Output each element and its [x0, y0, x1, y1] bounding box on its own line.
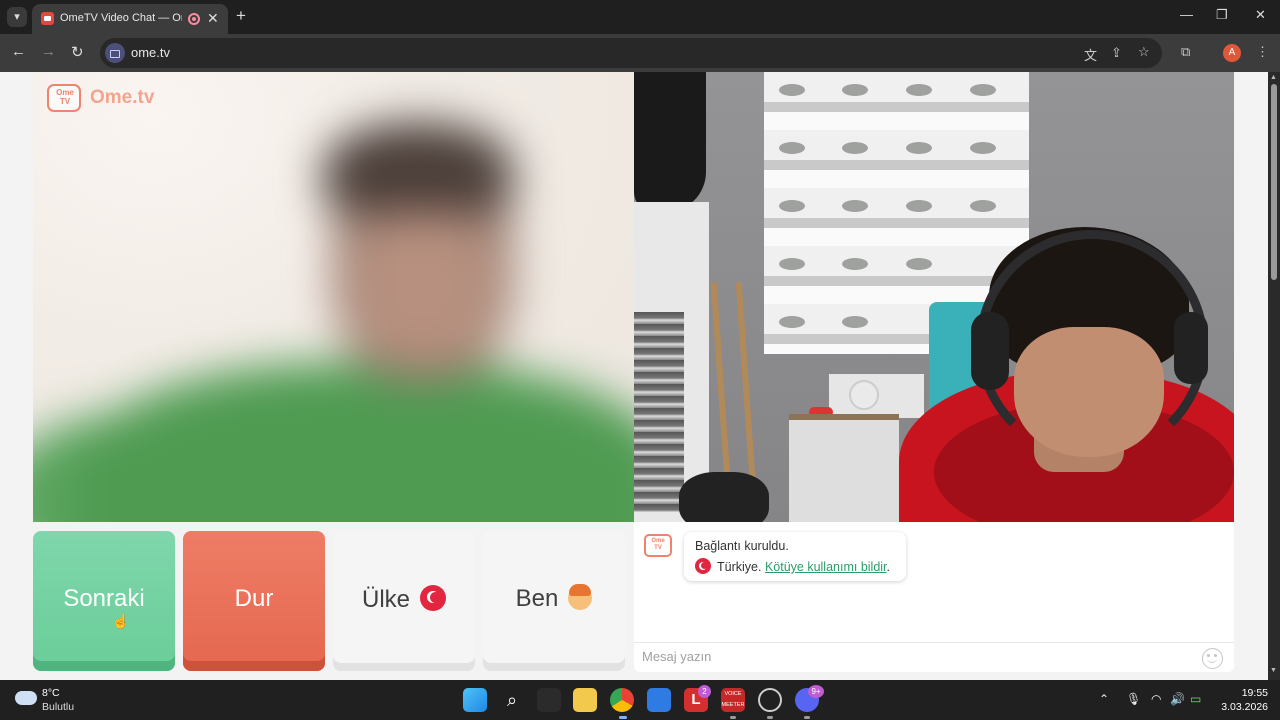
report-suffix: . [886, 560, 891, 574]
page-scrollbar[interactable]: ▲ ▼ [1268, 72, 1280, 680]
next-label: Sonraki [63, 585, 145, 612]
self-camera-video [634, 72, 1234, 522]
clock-date[interactable]: 3.03.2026 [1208, 701, 1268, 713]
translate-icon[interactable]: 文 [1084, 45, 1097, 64]
start-windows-icon[interactable] [463, 688, 487, 712]
browser-tab[interactable]: OmeTV Video Chat — Ome ✕ [32, 4, 228, 34]
widgets-app-icon[interactable] [537, 688, 561, 712]
weather-temperature[interactable]: 8°C [42, 687, 60, 699]
turkey-flag-small-icon [695, 558, 711, 574]
address-bar[interactable]: ome.tv 文 ⇪ ☆ [100, 38, 1162, 68]
tv-logo-icon: Ome TV [47, 84, 81, 112]
emoji-icon[interactable] [1202, 648, 1223, 669]
minimize-button[interactable]: — [1180, 7, 1193, 22]
file-explorer-icon[interactable] [573, 688, 597, 712]
scroll-up-arrow-icon[interactable]: ▲ [1270, 74, 1277, 81]
tab-title: OmeTV Video Chat — Ome [60, 12, 182, 24]
recording-indicator-icon [188, 13, 200, 25]
back-button[interactable]: ← [11, 43, 26, 60]
clock-time[interactable]: 19:55 [1218, 687, 1268, 699]
l-app-badge: 2 [698, 685, 711, 698]
partner-country: Türkiye. [717, 560, 762, 574]
maximize-button[interactable]: ❐ [1216, 7, 1228, 23]
stop-label: Dur [234, 585, 274, 612]
bookmark-star-icon[interactable]: ☆ [1138, 44, 1150, 60]
tab-close-button[interactable]: ✕ [207, 10, 219, 27]
mail-app-icon[interactable] [647, 688, 671, 712]
cloud-weather-icon[interactable] [15, 691, 37, 705]
volume-icon[interactable]: 🔊 [1170, 692, 1185, 706]
connection-message: Bağlantı kuruldu. [695, 539, 789, 553]
forward-button[interactable]: → [41, 43, 56, 60]
browser-tab-strip: ▾ OmeTV Video Chat — Ome ✕ + — ❐ ✕ [0, 0, 1280, 34]
obs-icon[interactable] [758, 688, 782, 712]
message-input[interactable] [642, 649, 1182, 664]
windows-taskbar: 8°C Bulutlu ⌕ L 2 VOICE MEETER 9+ ⌃ 🎙 ◠ … [0, 680, 1280, 720]
url-text[interactable]: ome.tv [131, 45, 170, 60]
tray-overflow-chevron-icon[interactable]: ⌃ [1099, 692, 1109, 706]
chat-tv-logo-icon: Ome TV [644, 534, 672, 557]
ometv-favicon-icon [41, 12, 54, 25]
extensions-icon[interactable]: ⧉ [1181, 44, 1190, 60]
browser-toolbar: ← → ↻ ome.tv 文 ⇪ ☆ ⧉ A ⋮ [0, 34, 1280, 72]
battery-icon[interactable]: ▭ [1190, 692, 1201, 706]
stranger-video [33, 72, 634, 522]
site-info-icon[interactable] [105, 43, 125, 63]
tab-search-button[interactable]: ▾ [7, 7, 27, 27]
wifi-icon[interactable]: ◠ [1151, 692, 1161, 706]
profile-avatar[interactable]: A [1223, 44, 1241, 62]
install-app-icon[interactable]: ⇪ [1111, 45, 1122, 61]
country-label: Ülke [361, 586, 410, 613]
me-label: Ben [515, 585, 559, 612]
browser-menu-icon[interactable]: ⋮ [1256, 44, 1269, 60]
next-button[interactable]: Sonraki [33, 531, 175, 671]
system-message-bubble: Bağlantı kuruldu. Türkiye. Kötüye kullan… [684, 532, 906, 581]
scrollbar-thumb[interactable] [1271, 84, 1277, 280]
blurred-stranger [33, 72, 634, 522]
new-tab-button[interactable]: + [236, 6, 246, 26]
partner-country-line: Türkiye. Kötüye kullanımı bildir. [695, 558, 890, 574]
chat-panel: Ome TV Bağlantı kuruldu. Türkiye. Kötüye… [634, 522, 1234, 672]
boy-avatar-icon [568, 584, 593, 610]
hand-cursor-icon: ☝ [112, 613, 130, 629]
reload-button[interactable]: ↻ [71, 43, 84, 61]
voicemeeter-icon[interactable]: VOICE MEETER [721, 688, 745, 712]
discord-badge: 9+ [808, 685, 824, 698]
ometv-page: Ome TV Ome.tv Sonraki Dur Ülke Ben Ome T… [0, 72, 1268, 680]
scroll-down-arrow-icon[interactable]: ▼ [1270, 667, 1277, 674]
country-filter-button[interactable]: Ülke [333, 531, 475, 671]
message-input-bar [634, 642, 1234, 672]
stop-button[interactable]: Dur [183, 531, 325, 671]
weather-condition[interactable]: Bulutlu [42, 701, 74, 713]
logo-text: Ome.tv [90, 87, 155, 108]
chrome-icon[interactable] [610, 688, 634, 712]
turkey-flag-icon [420, 585, 446, 611]
my-profile-button[interactable]: Ben [483, 531, 625, 671]
search-icon[interactable]: ⌕ [500, 688, 524, 712]
close-window-button[interactable]: ✕ [1255, 7, 1266, 23]
report-abuse-link[interactable]: Kötüye kullanımı bildir [765, 560, 887, 574]
microphone-icon[interactable]: 🎙 [1126, 692, 1141, 706]
